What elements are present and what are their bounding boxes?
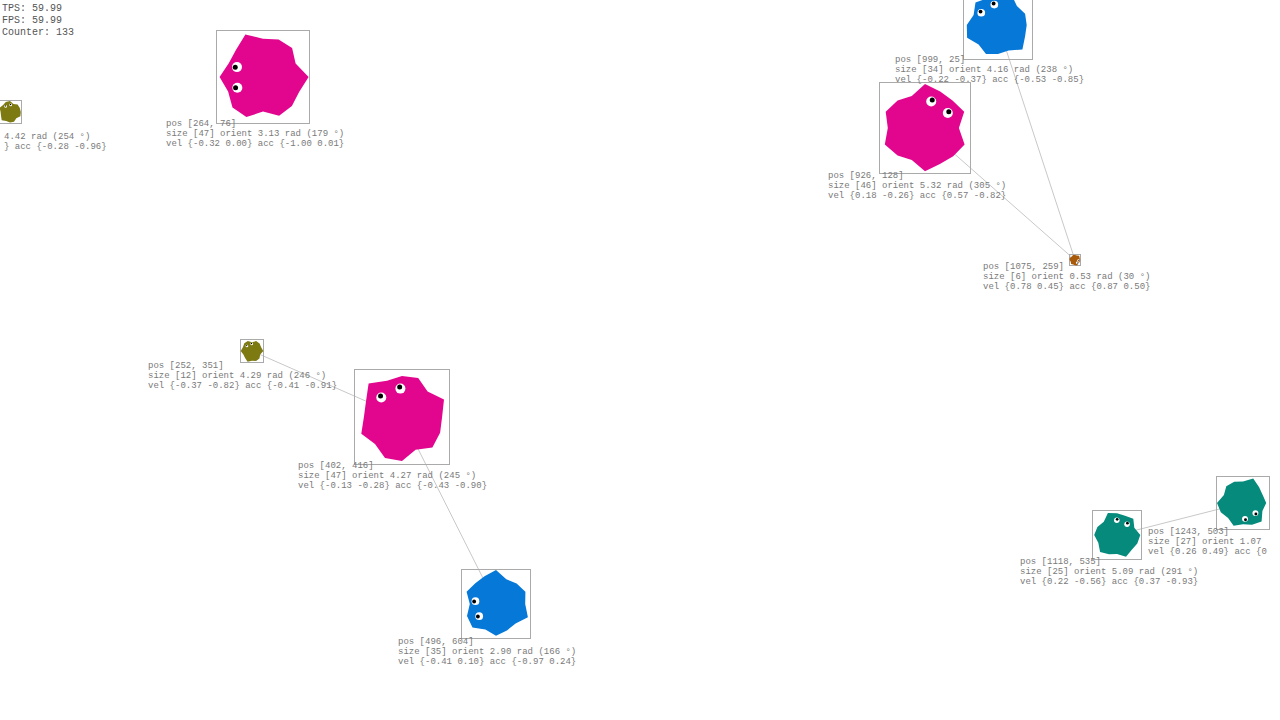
hud-line: Counter: 133 — [2, 27, 74, 39]
label-line: pos [1243, 503] — [1148, 527, 1267, 537]
creature-label: pos [1075, 259]size [6] orient 0.53 rad … — [983, 262, 1150, 292]
label-line: size [47] orient 4.27 rad (245 °) — [298, 471, 487, 481]
link-layer — [0, 0, 1280, 720]
label-line: size [46] orient 5.32 rad (305 °) — [828, 181, 1006, 191]
blob-icon — [216, 30, 310, 124]
label-line: vel {0.26 0.49} acc {0 — [1148, 547, 1267, 557]
creature[interactable] — [216, 30, 310, 124]
label-line: size [25] orient 5.09 rad (291 °) — [1020, 567, 1198, 577]
label-line: vel {-0.22 -0.37} acc {-0.53 -0.85} — [895, 75, 1084, 85]
label-line: size [35] orient 2.90 rad (166 °) — [398, 647, 576, 657]
label-line: 4.42 rad (254 °) — [4, 132, 107, 142]
label-line: pos [402, 416] — [298, 461, 487, 471]
creature-label: pos [264, 76]size [47] orient 3.13 rad (… — [166, 119, 344, 149]
hud: TPS: 59.99FPS: 59.99Counter: 133 — [2, 3, 74, 39]
label-line: vel {-0.32 0.00} acc {-1.00 0.01} — [166, 139, 344, 149]
creature[interactable] — [879, 82, 971, 174]
label-line: pos [252, 351] — [148, 361, 337, 371]
label-line: size [27] orient 1.07 — [1148, 537, 1267, 547]
creature-label: pos [496, 604]size [35] orient 2.90 rad … — [398, 637, 576, 667]
hud-line: TPS: 59.99 — [2, 3, 74, 15]
blob-icon — [240, 339, 264, 363]
game-canvas: 4.42 rad (254 °)} acc {-0.28 -0.96} pos [… — [0, 0, 1280, 720]
blob-icon — [1069, 254, 1081, 266]
creature[interactable] — [1069, 254, 1081, 266]
blob-icon — [0, 100, 22, 124]
label-line: size [47] orient 3.13 rad (179 °) — [166, 129, 344, 139]
creature-label: pos [1118, 535]size [25] orient 5.09 rad… — [1020, 557, 1198, 587]
creature[interactable] — [0, 100, 22, 124]
label-line: size [12] orient 4.29 rad (246 °) — [148, 371, 337, 381]
label-line: pos [999, 25] — [895, 55, 1084, 65]
blob-icon — [354, 369, 450, 465]
creature[interactable] — [1216, 476, 1270, 530]
blob-icon — [1216, 476, 1270, 530]
label-line: pos [1118, 535] — [1020, 557, 1198, 567]
blob-icon — [461, 569, 531, 639]
label-line: pos [926, 128] — [828, 171, 1006, 181]
creature[interactable] — [461, 569, 531, 639]
label-line: vel {-0.41 0.10} acc {-0.97 0.24} — [398, 657, 576, 667]
creature[interactable] — [240, 339, 264, 363]
label-line: pos [264, 76] — [166, 119, 344, 129]
blob-icon — [879, 82, 971, 174]
creature-label: pos [1243, 503]size [27] orient 1.07vel … — [1148, 527, 1267, 557]
label-line: vel {0.22 -0.56} acc {0.37 -0.93} — [1020, 577, 1198, 587]
creature-label: pos [252, 351]size [12] orient 4.29 rad … — [148, 361, 337, 391]
creature-label: 4.42 rad (254 °)} acc {-0.28 -0.96} — [4, 132, 107, 152]
creature[interactable] — [354, 369, 450, 465]
link-line — [998, 25, 1075, 260]
label-line: vel {-0.13 -0.28} acc {-0.43 -0.90} — [298, 481, 487, 491]
blob-icon — [963, 0, 1033, 60]
label-line: vel {-0.37 -0.82} acc {-0.41 -0.91} — [148, 381, 337, 391]
label-line: vel {0.78 0.45} acc {0.87 0.50} — [983, 282, 1150, 292]
label-line: size [34] orient 4.16 rad (238 °) — [895, 65, 1084, 75]
blob-icon — [1092, 510, 1142, 560]
label-line: pos [496, 604] — [398, 637, 576, 647]
label-line: } acc {-0.28 -0.96} — [4, 142, 107, 152]
creature-label: pos [926, 128]size [46] orient 5.32 rad … — [828, 171, 1006, 201]
label-line: size [6] orient 0.53 rad (30 °) — [983, 272, 1150, 282]
label-line: pos [1075, 259] — [983, 262, 1150, 272]
creature[interactable] — [963, 0, 1033, 60]
creature-label: pos [999, 25]size [34] orient 4.16 rad (… — [895, 55, 1084, 85]
label-line: vel {0.18 -0.26} acc {0.57 -0.82} — [828, 191, 1006, 201]
hud-line: FPS: 59.99 — [2, 15, 74, 27]
creature-label: pos [402, 416]size [47] orient 4.27 rad … — [298, 461, 487, 491]
creature[interactable] — [1092, 510, 1142, 560]
